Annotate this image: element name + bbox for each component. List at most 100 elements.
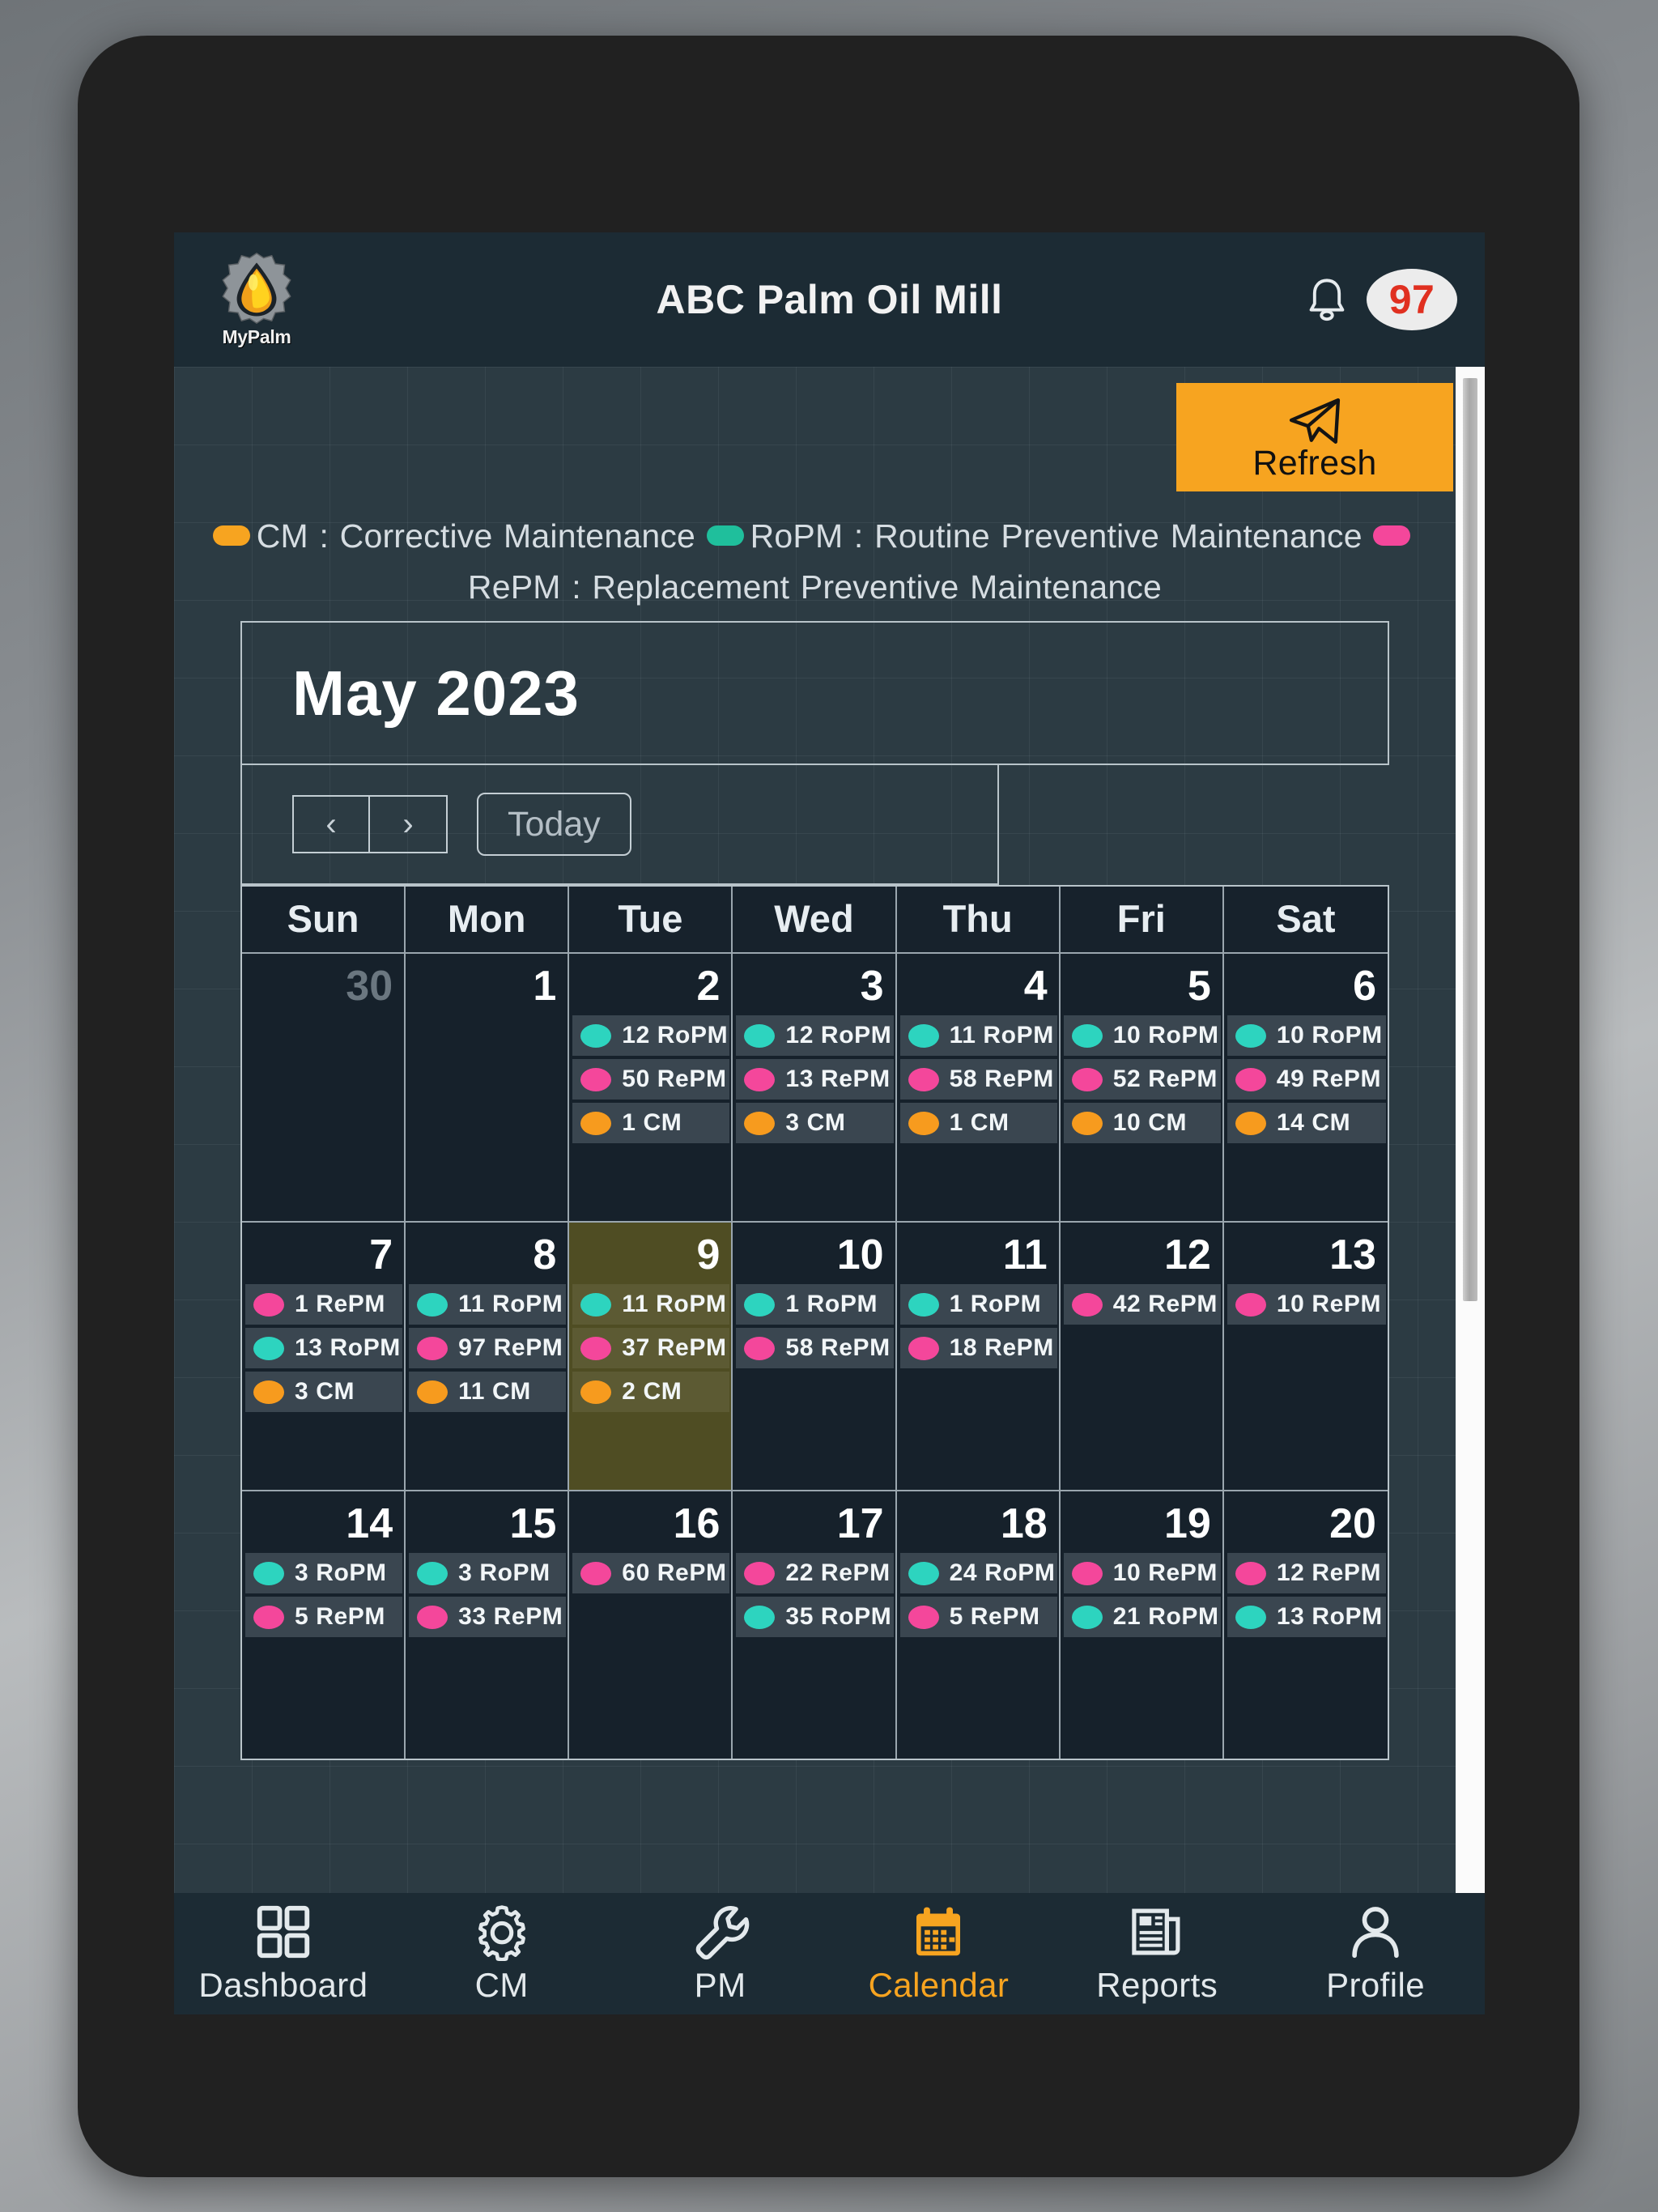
calendar-event-chip[interactable]: 3 CM: [245, 1372, 403, 1412]
calendar-event-chip[interactable]: 12 RoPM: [736, 1015, 894, 1056]
event-type-dot-ropm: [1071, 1023, 1103, 1048]
event-type-dot-repm: [744, 1067, 776, 1091]
calendar-event-chip[interactable]: 10 RoPM: [1063, 1015, 1221, 1056]
calendar-day-cell[interactable]: 9 11 RoPM 37 RePM 2 CM: [569, 1223, 733, 1490]
calendar-event-chip[interactable]: 42 RePM: [1063, 1284, 1221, 1325]
calendar-event-chip[interactable]: 12 RePM: [1226, 1553, 1386, 1593]
calendar-event-chip[interactable]: 11 CM: [409, 1372, 567, 1412]
calendar-event-chip[interactable]: 5 RePM: [245, 1597, 403, 1637]
calendar-event-chip[interactable]: 60 RePM: [572, 1553, 730, 1593]
calendar-day-cell[interactable]: 17 22 RePM 35 RoPM: [733, 1491, 897, 1759]
calendar-day-cell[interactable]: 2 12 RoPM 50 RePM 1 CM: [569, 954, 733, 1221]
calendar-day-cell[interactable]: 30: [242, 954, 406, 1221]
event-label: 11 CM: [458, 1378, 531, 1405]
vertical-scrollbar[interactable]: [1456, 367, 1485, 1893]
nav-item-profile[interactable]: Profile: [1266, 1903, 1485, 2005]
calendar-event-chip[interactable]: 58 RePM: [899, 1059, 1057, 1100]
calendar-event-chip[interactable]: 13 RoPM: [1226, 1597, 1386, 1637]
nav-item-cm[interactable]: CM: [393, 1903, 611, 2005]
calendar-event-chip[interactable]: 1 RoPM: [736, 1284, 894, 1325]
calendar-day-cell[interactable]: 12 42 RePM: [1060, 1223, 1224, 1490]
calendar-day-cell[interactable]: 8 11 RoPM 97 RePM 11 CM: [406, 1223, 570, 1490]
today-button[interactable]: Today: [477, 793, 631, 856]
notification-count-badge[interactable]: 97: [1367, 269, 1457, 330]
calendar-event-chip[interactable]: 13 RoPM: [245, 1328, 403, 1368]
calendar-day-cell[interactable]: 14 3 RoPM 5 RePM: [242, 1491, 406, 1759]
calendar-event-chip[interactable]: 3 CM: [736, 1103, 894, 1143]
event-label: 1 CM: [622, 1109, 682, 1136]
event-type-dot-cm: [1071, 1111, 1103, 1135]
nav-item-reports[interactable]: Reports: [1048, 1903, 1266, 2005]
event-label: 24 RoPM: [949, 1559, 1056, 1586]
event-type-dot-repm: [1071, 1561, 1103, 1585]
prev-month-button[interactable]: ‹: [292, 795, 370, 853]
calendar-day-cell[interactable]: 13 10 RePM: [1223, 1223, 1388, 1490]
notification-bell-icon[interactable]: [1305, 276, 1349, 323]
calendar-event-chip[interactable]: 22 RePM: [736, 1553, 894, 1593]
calendar-event-chip[interactable]: 1 CM: [899, 1103, 1057, 1143]
day-events: 3 RoPM 5 RePM: [242, 1553, 404, 1637]
calendar-event-chip[interactable]: 10 CM: [1063, 1103, 1221, 1143]
event-type-dot-repm: [744, 1336, 776, 1360]
calendar-event-chip[interactable]: 2 CM: [572, 1372, 730, 1412]
calendar-event-chip[interactable]: 3 RoPM: [409, 1553, 567, 1593]
event-label: 1 RoPM: [949, 1291, 1042, 1317]
calendar-event-chip[interactable]: 13 RePM: [736, 1059, 894, 1100]
calendar-event-chip[interactable]: 50 RePM: [572, 1059, 730, 1100]
calendar-day-cell[interactable]: 15 3 RoPM 33 RePM: [406, 1491, 570, 1759]
calendar-day-cell[interactable]: 19 10 RePM 21 RoPM: [1060, 1491, 1224, 1759]
calendar-day-cell[interactable]: 3 12 RoPM 13 RePM 3 CM: [733, 954, 897, 1221]
day-number: 9: [696, 1231, 721, 1278]
calendar-event-chip[interactable]: 35 RoPM: [736, 1597, 894, 1637]
calendar-event-chip[interactable]: 1 RoPM: [899, 1284, 1057, 1325]
event-label: 13 RoPM: [295, 1334, 401, 1361]
calendar-day-cell[interactable]: 11 1 RoPM 18 RePM: [896, 1223, 1061, 1490]
app-logo[interactable]: MyPalm: [195, 251, 318, 348]
nav-item-dashboard[interactable]: Dashboard: [174, 1903, 393, 2005]
calendar-event-chip[interactable]: 1 CM: [572, 1103, 730, 1143]
calendar-event-chip[interactable]: 12 RoPM: [572, 1015, 730, 1056]
calendar-day-cell[interactable]: 16 60 RePM: [569, 1491, 733, 1759]
event-label: 58 RePM: [785, 1334, 891, 1361]
calendar-day-cell[interactable]: 5 10 RoPM 52 RePM 10 CM: [1060, 954, 1224, 1221]
scrollbar-thumb[interactable]: [1463, 378, 1477, 1301]
event-type-dot-repm: [908, 1067, 939, 1091]
calendar-event-chip[interactable]: 11 RoPM: [572, 1284, 730, 1325]
event-label: 10 RoPM: [1112, 1022, 1219, 1049]
calendar-event-chip[interactable]: 10 RePM: [1063, 1553, 1221, 1593]
calendar-event-chip[interactable]: 10 RoPM: [1226, 1015, 1386, 1056]
calendar-event-chip[interactable]: 3 RoPM: [245, 1553, 403, 1593]
day-number: 18: [1000, 1500, 1048, 1547]
calendar-event-chip[interactable]: 18 RePM: [899, 1328, 1057, 1368]
calendar-day-cell[interactable]: 10 1 RoPM 58 RePM: [733, 1223, 897, 1490]
calendar-event-chip[interactable]: 14 CM: [1226, 1103, 1386, 1143]
calendar-day-cell[interactable]: 18 24 RoPM 5 RePM: [896, 1491, 1061, 1759]
event-type-dot-ropm: [744, 1292, 776, 1317]
nav-item-pm[interactable]: PM: [611, 1903, 830, 2005]
refresh-button[interactable]: Refresh: [1176, 383, 1453, 491]
day-number: 19: [1164, 1500, 1211, 1547]
event-type-dot-repm: [744, 1561, 776, 1585]
calendar-day-cell[interactable]: 20 12 RePM 13 RoPM: [1223, 1491, 1388, 1759]
calendar-day-cell[interactable]: 7 1 RePM 13 RoPM 3 CM: [242, 1223, 406, 1490]
calendar-event-chip[interactable]: 24 RoPM: [899, 1553, 1057, 1593]
calendar-event-chip[interactable]: 33 RePM: [409, 1597, 567, 1637]
calendar-day-cell[interactable]: 4 11 RoPM 58 RePM 1 CM: [896, 954, 1061, 1221]
calendar-grid: Sun Mon Tue Wed Thu Fri Sat 30 1 2 12 RoPM 50 RePM…: [240, 885, 1389, 1760]
calendar-event-chip[interactable]: 21 RoPM: [1063, 1597, 1221, 1637]
calendar-event-chip[interactable]: 37 RePM: [572, 1328, 730, 1368]
calendar-event-chip[interactable]: 52 RePM: [1063, 1059, 1221, 1100]
calendar-event-chip[interactable]: 11 RoPM: [409, 1284, 567, 1325]
calendar-event-chip[interactable]: 97 RePM: [409, 1328, 567, 1368]
calendar-event-chip[interactable]: 11 RoPM: [899, 1015, 1057, 1056]
next-month-button[interactable]: ›: [370, 795, 448, 853]
calendar-day-cell[interactable]: 1: [406, 954, 570, 1221]
calendar-event-chip[interactable]: 10 RePM: [1226, 1284, 1386, 1325]
calendar-event-chip[interactable]: 1 RePM: [245, 1284, 403, 1325]
day-events: 22 RePM 35 RoPM: [733, 1553, 895, 1637]
calendar-day-cell[interactable]: 6 10 RoPM 49 RePM 14 CM: [1223, 954, 1388, 1221]
nav-item-calendar[interactable]: Calendar: [829, 1903, 1048, 2005]
calendar-event-chip[interactable]: 49 RePM: [1226, 1059, 1386, 1100]
calendar-event-chip[interactable]: 58 RePM: [736, 1328, 894, 1368]
calendar-event-chip[interactable]: 5 RePM: [899, 1597, 1057, 1637]
